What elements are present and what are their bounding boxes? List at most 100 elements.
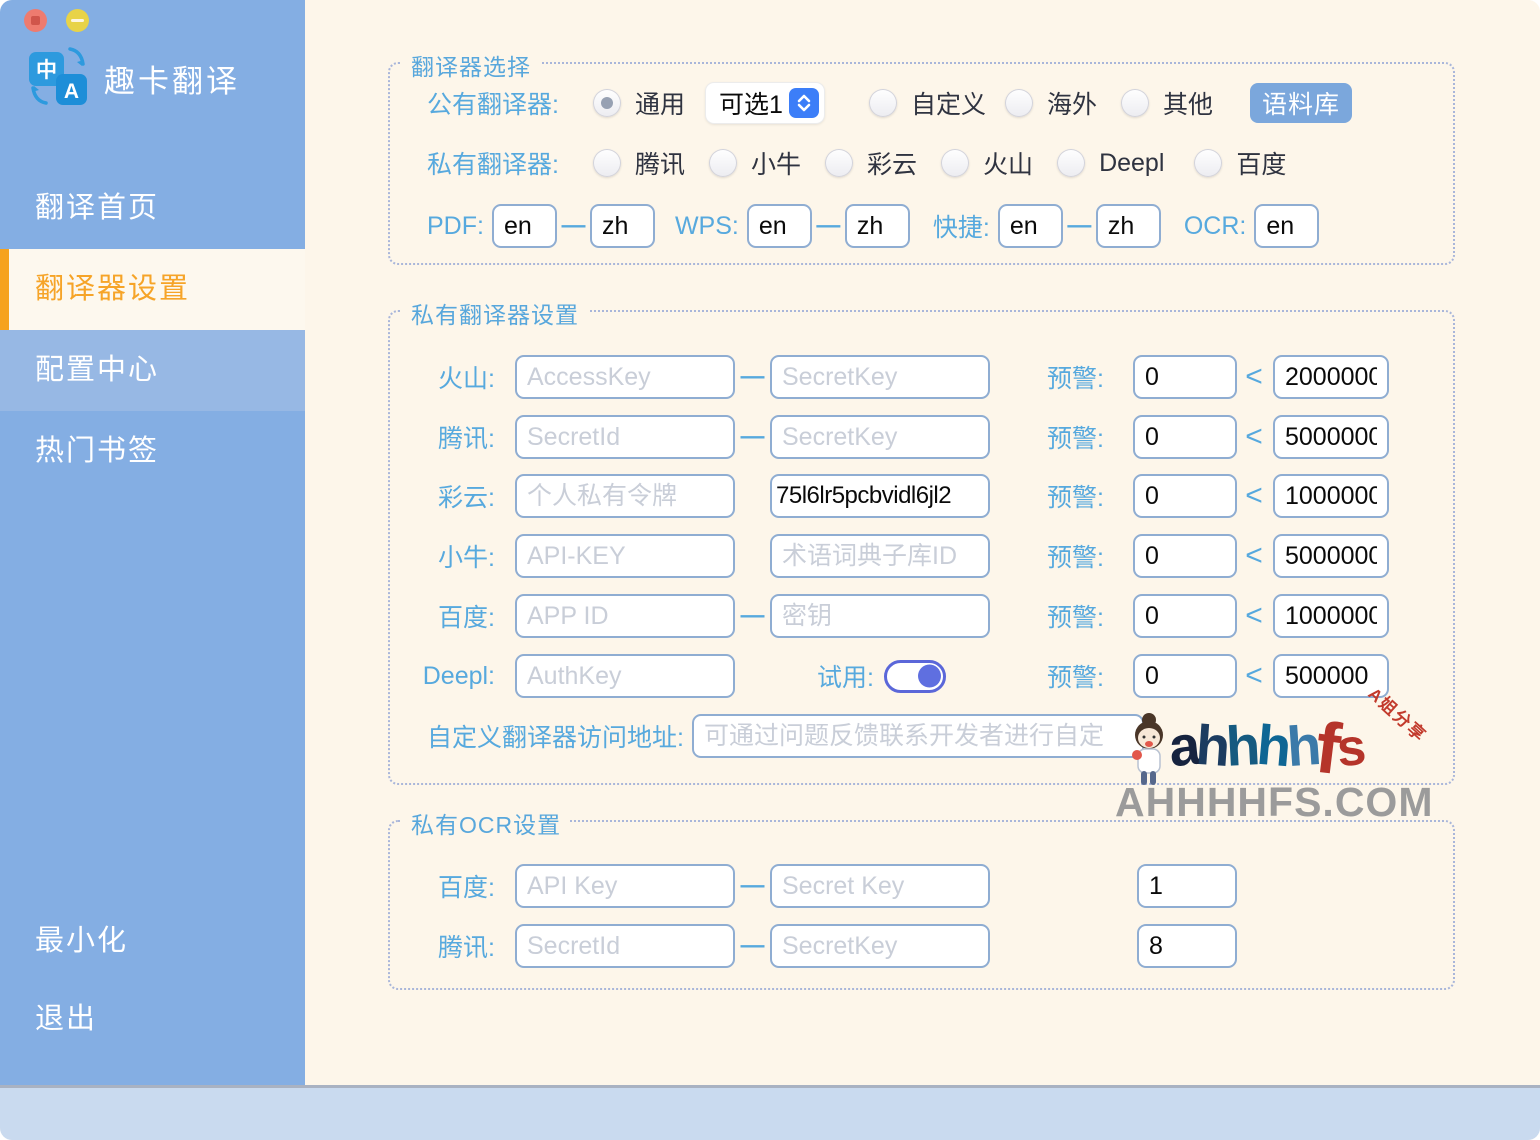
dash-separator: — — [735, 423, 770, 451]
volcano-warn-value-input[interactable] — [1133, 355, 1237, 399]
warn-label: 预警: — [1047, 658, 1109, 694]
ocr-tencent-count-input[interactable] — [1137, 924, 1237, 968]
tencent-secretid-input[interactable] — [515, 415, 735, 459]
niutrans-apikey-input[interactable] — [515, 534, 735, 578]
caiyun-warn-limit-input[interactable] — [1273, 474, 1389, 518]
ocr-baidu-count-input[interactable] — [1137, 864, 1237, 908]
volcano-accesskey-input[interactable] — [515, 355, 735, 399]
caiyun-token-input[interactable] — [515, 474, 735, 518]
sidebar-item-hot-bookmarks[interactable]: 热门书签 — [0, 411, 305, 492]
dash-separator: — — [735, 872, 770, 900]
brand: 中 A 趣卡翻译 — [26, 44, 240, 113]
baidu-warn-value-input[interactable] — [1133, 594, 1237, 638]
deepl-trial-toggle[interactable] — [884, 660, 946, 693]
ocr-tencent-secretkey-input[interactable] — [770, 924, 990, 968]
radio-volcano[interactable] — [941, 149, 969, 177]
dash-separator: — — [735, 602, 770, 630]
radio-caiyun-label: 彩云 — [867, 145, 917, 181]
caiyun-warn-value-input[interactable] — [1133, 474, 1237, 518]
less-than-symbol: < — [1243, 420, 1265, 454]
baidu-settings-row: 百度: — 预警: < — [390, 594, 1453, 638]
custom-translator-label: 自定义翻译器访问地址: — [427, 718, 684, 754]
sidebar-item-translator-settings[interactable]: 翻译器设置 — [0, 249, 305, 330]
tencent-secretkey-input[interactable] — [770, 415, 990, 459]
quick-label: 快捷: — [933, 208, 990, 244]
ocr-label: OCR: — [1184, 212, 1247, 241]
less-than-symbol: < — [1243, 539, 1265, 573]
ocr-baidu-label: 百度: — [390, 868, 495, 904]
sidebar-item-config-center[interactable]: 配置中心 — [0, 330, 305, 411]
custom-translator-url-input[interactable] — [692, 714, 1144, 758]
ocr-tencent-secretid-input[interactable] — [515, 924, 735, 968]
dash-separator: — — [557, 212, 590, 240]
radio-baidu[interactable] — [1194, 149, 1222, 177]
volcano-secretkey-input[interactable] — [770, 355, 990, 399]
section-title: 私有翻译器设置 — [402, 296, 588, 330]
section-private-ocr-settings: 私有OCR设置 百度: — 腾讯: — — [388, 820, 1455, 990]
radio-general[interactable] — [593, 89, 621, 117]
sidebar-menu: 翻译首页 翻译器设置 配置中心 热门书签 — [0, 168, 305, 492]
sidebar-item-translate-home[interactable]: 翻译首页 — [0, 168, 305, 249]
corpus-button[interactable]: 语料库 — [1250, 83, 1352, 123]
public-translator-row: 公有翻译器: 通用 可选1 自定义 海外 其他 — [427, 81, 1352, 125]
deepl-warn-limit-input[interactable] — [1273, 654, 1389, 698]
wps-lang-pair: WPS: — — [675, 204, 910, 248]
baidu-warn-group: 预警: < — [1047, 594, 1389, 638]
warn-label: 预警: — [1047, 598, 1109, 634]
general-mode-dropdown[interactable]: 可选1 — [706, 83, 824, 123]
ocr-tencent-row: 腾讯: — — [390, 924, 1453, 968]
pdf-to-input[interactable] — [590, 204, 655, 248]
minimize-button[interactable] — [66, 9, 89, 32]
ocr-from-input[interactable] — [1254, 204, 1319, 248]
caiyun-settings-row: 彩云: 预警: < — [390, 474, 1453, 518]
caiyun-token-value-input[interactable] — [770, 474, 990, 518]
close-button[interactable] — [24, 9, 47, 32]
deepl-label: Deepl: — [390, 662, 495, 691]
caiyun-warn-group: 预警: < — [1047, 474, 1389, 518]
ocr-baidu-apikey-input[interactable] — [515, 864, 735, 908]
app-window: 中 A 趣卡翻译 翻译首页 翻译器设置 配置中心 热门书签 最小化 退出 — [0, 0, 1540, 1140]
radio-deepl-label: Deepl — [1099, 149, 1164, 178]
radio-general-label: 通用 — [635, 85, 685, 121]
niutrans-warn-group: 预警: < — [1047, 534, 1389, 578]
pdf-from-input[interactable] — [492, 204, 557, 248]
baidu-warn-limit-input[interactable] — [1273, 594, 1389, 638]
baidu-secret-input[interactable] — [770, 594, 990, 638]
quick-to-input[interactable] — [1096, 204, 1161, 248]
deepl-authkey-input[interactable] — [515, 654, 735, 698]
niutrans-dictionary-input[interactable] — [770, 534, 990, 578]
radio-other[interactable] — [1121, 89, 1149, 117]
sidebar-item-minimize[interactable]: 最小化 — [0, 902, 305, 980]
warn-label: 预警: — [1047, 419, 1109, 455]
tencent-warn-limit-input[interactable] — [1273, 415, 1389, 459]
radio-custom[interactable] — [869, 89, 897, 117]
wps-to-input[interactable] — [845, 204, 910, 248]
radio-niutrans-label: 小牛 — [751, 145, 801, 181]
quick-from-input[interactable] — [998, 204, 1063, 248]
watermark-site-url: AHHHHFS.COM — [1115, 779, 1433, 826]
niutrans-warn-limit-input[interactable] — [1273, 534, 1389, 578]
ocr-baidu-secretkey-input[interactable] — [770, 864, 990, 908]
dropdown-stepper-icon[interactable] — [789, 88, 819, 118]
warn-label: 预警: — [1047, 359, 1109, 395]
tencent-warn-value-input[interactable] — [1133, 415, 1237, 459]
deepl-settings-row: Deepl: 试用: 预警: < — [390, 654, 1453, 698]
sidebar: 中 A 趣卡翻译 翻译首页 翻译器设置 配置中心 热门书签 最小化 退出 — [0, 0, 305, 1085]
baidu-appid-input[interactable] — [515, 594, 735, 638]
radio-tencent[interactable] — [593, 149, 621, 177]
radio-caiyun[interactable] — [825, 149, 853, 177]
radio-niutrans[interactable] — [709, 149, 737, 177]
section-translator-select: 翻译器选择 公有翻译器: 通用 可选1 自定义 海外 — [388, 62, 1455, 265]
deepl-trial-label: 试用: — [817, 658, 874, 694]
niutrans-warn-value-input[interactable] — [1133, 534, 1237, 578]
less-than-symbol: < — [1243, 360, 1265, 394]
radio-deepl[interactable] — [1057, 149, 1085, 177]
deepl-warn-value-input[interactable] — [1133, 654, 1237, 698]
baidu-label: 百度: — [390, 598, 495, 634]
radio-overseas[interactable] — [1005, 89, 1033, 117]
section-title: 私有OCR设置 — [402, 806, 570, 840]
volcano-warn-limit-input[interactable] — [1273, 355, 1389, 399]
radio-tencent-label: 腾讯 — [635, 145, 685, 181]
wps-from-input[interactable] — [747, 204, 812, 248]
sidebar-item-exit[interactable]: 退出 — [0, 980, 305, 1058]
